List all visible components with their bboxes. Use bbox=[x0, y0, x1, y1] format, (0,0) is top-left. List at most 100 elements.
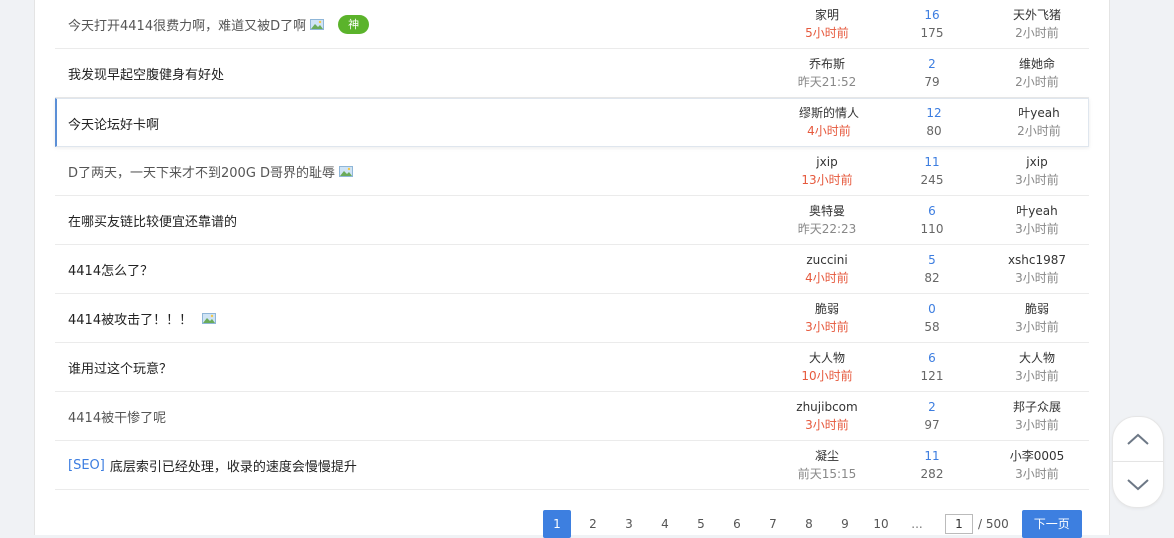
last-reply-time: 3小时前 bbox=[1015, 173, 1059, 187]
last-reply-user[interactable]: 脆弱 bbox=[985, 300, 1089, 318]
thread-title-cell[interactable]: 在哪买友链比较便宜还靠谱的 bbox=[68, 196, 237, 244]
post-time: 5小时前 bbox=[805, 26, 849, 40]
reply-count: 6 bbox=[928, 351, 936, 365]
table-row: 4414被干惨了呢 zhujibcom 3小时前 2 97 邦子众展 3小时前 bbox=[55, 392, 1089, 441]
thread-list: 今天打开4414很费力啊，难道又被D了啊 神 家明 5小时前 16 175 天外… bbox=[55, 0, 1089, 490]
thread-title-cell[interactable]: 今天打开4414很费力啊，难道又被D了啊 神 bbox=[68, 0, 370, 48]
post-time: 前天15:15 bbox=[797, 467, 857, 481]
stats-cell: 11 245 bbox=[909, 153, 955, 189]
view-count: 282 bbox=[920, 467, 944, 481]
author-cell: 脆弱 3小时前 bbox=[775, 300, 879, 336]
author-cell: 奥特曼 昨天22:23 bbox=[775, 202, 879, 238]
last-reply-cell: 邦子众展 3小时前 bbox=[985, 398, 1089, 434]
view-count: 175 bbox=[920, 26, 944, 40]
author-name[interactable]: 大人物 bbox=[775, 349, 879, 367]
thread-title-cell[interactable]: 谁用过这个玩意？ bbox=[68, 343, 172, 391]
last-reply-user[interactable]: 叶yeah bbox=[987, 104, 1091, 122]
reply-count: 0 bbox=[928, 302, 936, 316]
thread-title[interactable]: 底层索引已经处理，收录的速度会慢慢提升 bbox=[110, 456, 357, 475]
author-name[interactable]: 乔布斯 bbox=[775, 55, 879, 73]
table-row: D了两天，一天下来才不到200G D哥界的耻辱 jxip 13小时前 11 24… bbox=[55, 147, 1089, 196]
post-time: 10小时前 bbox=[801, 369, 853, 383]
next-page-button[interactable]: 下一页 bbox=[1021, 510, 1082, 538]
stats-cell: 2 97 bbox=[909, 398, 955, 434]
author-cell: 大人物 10小时前 bbox=[775, 349, 879, 385]
page-3-button[interactable]: 3 bbox=[615, 510, 643, 538]
last-reply-cell: 叶yeah 2小时前 bbox=[987, 104, 1091, 140]
forum-panel: 今天打开4414很费力啊，难道又被D了啊 神 家明 5小时前 1 6 175 天外… bbox=[34, 0, 1110, 538]
page-jump-input[interactable] bbox=[945, 514, 973, 534]
author-name[interactable]: 家明 bbox=[775, 6, 879, 24]
page-9-button[interactable]: 9 bbox=[831, 510, 859, 538]
last-reply-user[interactable]: 维她命 bbox=[985, 55, 1089, 73]
author-name[interactable]: zuccini bbox=[775, 251, 879, 269]
table-row: 4414被攻击了！！！ 脆弱 3小时前 0 58 脆弱 3小时前 bbox=[55, 294, 1089, 343]
page-7-button[interactable]: 7 bbox=[759, 510, 787, 538]
thread-title-cell[interactable]: D了两天，一天下来才不到200G D哥界的耻辱 bbox=[68, 147, 354, 195]
thread-title[interactable]: 今天打开4414很费力啊，难道又被D了啊 bbox=[68, 15, 306, 34]
last-reply-user[interactable]: jxip bbox=[985, 153, 1089, 171]
author-name[interactable]: jxip bbox=[775, 153, 879, 171]
author-name[interactable]: zhujibcom bbox=[775, 398, 879, 416]
table-row: 4414怎么了？ zuccini 4小时前 5 82 xshc1987 3小时前 bbox=[55, 245, 1089, 294]
view-count: 97 bbox=[924, 418, 940, 432]
thread-title[interactable]: 我发现早起空腹健身有好处 bbox=[68, 64, 224, 83]
pagination-ellipsis: ... bbox=[911, 517, 923, 531]
reply-count: 6 bbox=[928, 204, 936, 218]
author-name[interactable]: 缪斯的情人 bbox=[777, 104, 881, 122]
stats-cell: 0 58 bbox=[909, 300, 955, 336]
table-row: 在哪买友链比较便宜还靠谱的 奥特曼 昨天22:23 6 110 叶yeah 3小… bbox=[55, 196, 1089, 245]
reply-count: 2 bbox=[928, 57, 936, 71]
thread-title[interactable]: 4414被干惨了呢 bbox=[68, 407, 166, 426]
last-reply-time: 2小时前 bbox=[1015, 75, 1059, 89]
view-count: 80 bbox=[926, 124, 942, 138]
view-count: 58 bbox=[924, 320, 940, 334]
page-2-button[interactable]: 2 bbox=[579, 510, 607, 538]
thread-category-tag[interactable]: [SEO] bbox=[68, 458, 105, 473]
view-count: 82 bbox=[924, 271, 940, 285]
page-5-button[interactable]: 5 bbox=[687, 510, 715, 538]
page-1-button[interactable]: 1 bbox=[543, 510, 571, 538]
thread-title-cell[interactable]: 今天论坛好卡啊 bbox=[68, 99, 159, 147]
last-reply-user[interactable]: 小李0005 bbox=[985, 447, 1089, 465]
last-reply-time: 3小时前 bbox=[1015, 369, 1059, 383]
thread-title[interactable]: 4414怎么了？ bbox=[68, 260, 153, 279]
thread-title-cell[interactable]: [SEO] 底层索引已经处理，收录的速度会慢慢提升 bbox=[68, 441, 357, 489]
view-count: 79 bbox=[924, 75, 940, 89]
thread-title-cell[interactable]: 4414怎么了？ bbox=[68, 245, 153, 293]
thread-title[interactable]: 今天论坛好卡啊 bbox=[68, 114, 159, 133]
last-reply-user[interactable]: xshc1987 bbox=[985, 251, 1089, 269]
thread-title-cell[interactable]: 4414被干惨了呢 bbox=[68, 392, 166, 440]
view-count: 121 bbox=[920, 369, 944, 383]
page-10-button[interactable]: 10 bbox=[867, 510, 895, 538]
thread-title[interactable]: 谁用过这个玩意？ bbox=[68, 358, 172, 377]
page-4-button[interactable]: 4 bbox=[651, 510, 679, 538]
last-reply-cell: 天外飞猪 2小时前 bbox=[985, 6, 1089, 42]
view-count: 245 bbox=[920, 173, 944, 187]
last-reply-user[interactable]: 邦子众展 bbox=[985, 398, 1089, 416]
post-time: 昨天22:23 bbox=[797, 222, 857, 236]
scroll-bottom-button[interactable] bbox=[1112, 462, 1164, 508]
scroll-top-button[interactable] bbox=[1112, 416, 1164, 462]
stats-cell: 6 121 bbox=[909, 349, 955, 385]
page-8-button[interactable]: 8 bbox=[795, 510, 823, 538]
thread-title-cell[interactable]: 4414被攻击了！！！ bbox=[68, 294, 217, 342]
author-cell: 家明 5小时前 bbox=[775, 6, 879, 42]
page-total: / 500 bbox=[978, 517, 1009, 531]
post-time: 4小时前 bbox=[805, 271, 849, 285]
last-reply-user[interactable]: 叶yeah bbox=[985, 202, 1089, 220]
author-name[interactable]: 脆弱 bbox=[775, 300, 879, 318]
author-name[interactable]: 奥特曼 bbox=[775, 202, 879, 220]
thread-title-cell[interactable]: 我发现早起空腹健身有好处 bbox=[68, 49, 224, 97]
page-6-button[interactable]: 6 bbox=[723, 510, 751, 538]
last-reply-time: 3小时前 bbox=[1015, 467, 1059, 481]
thread-title[interactable]: D了两天，一天下来才不到200G D哥界的耻辱 bbox=[68, 162, 335, 181]
author-cell: 凝尘 前天15:15 bbox=[775, 447, 879, 483]
last-reply-cell: 大人物 3小时前 bbox=[985, 349, 1089, 385]
last-reply-user[interactable]: 大人物 bbox=[985, 349, 1089, 367]
author-name[interactable]: 凝尘 bbox=[775, 447, 879, 465]
last-reply-user[interactable]: 天外飞猪 bbox=[985, 6, 1089, 24]
post-time: 昨天21:52 bbox=[797, 75, 857, 89]
thread-title[interactable]: 4414被攻击了！！！ bbox=[68, 309, 192, 328]
thread-title[interactable]: 在哪买友链比较便宜还靠谱的 bbox=[68, 211, 237, 230]
